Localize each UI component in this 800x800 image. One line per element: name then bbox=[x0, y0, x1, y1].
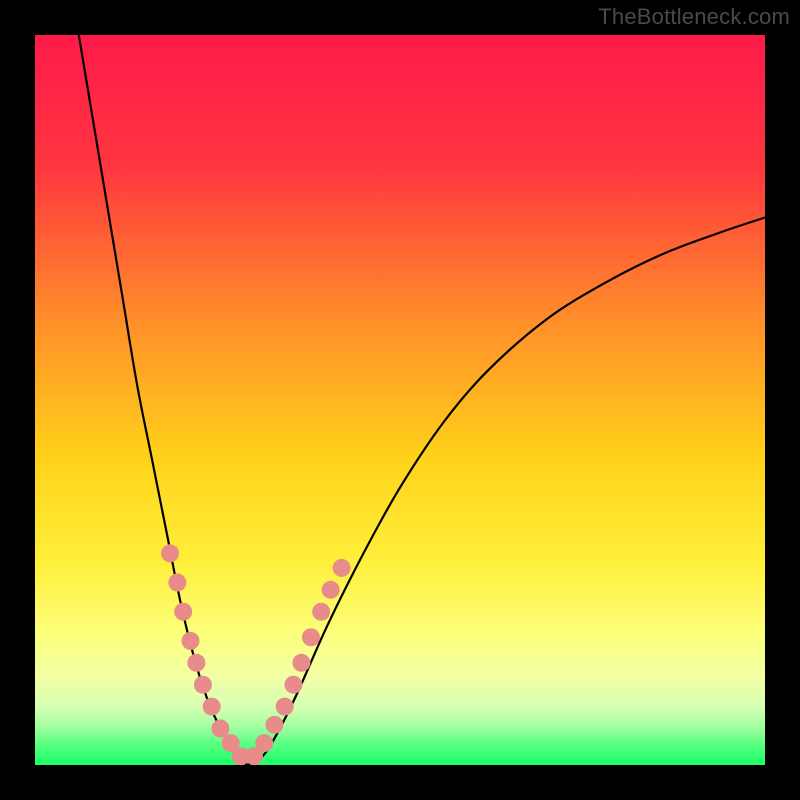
marker-right-3 bbox=[276, 698, 294, 716]
marker-left-5 bbox=[194, 676, 212, 694]
right-curve bbox=[247, 218, 765, 766]
marker-right-7 bbox=[312, 603, 330, 621]
curves-group bbox=[79, 35, 765, 765]
marker-left-0 bbox=[161, 544, 179, 562]
marker-right-8 bbox=[322, 581, 340, 599]
marker-left-4 bbox=[187, 654, 205, 672]
chart-frame: TheBottleneck.com bbox=[0, 0, 800, 800]
chart-svg bbox=[35, 35, 765, 765]
marker-right-9 bbox=[333, 559, 351, 577]
marker-left-2 bbox=[174, 603, 192, 621]
markers-group bbox=[161, 544, 351, 765]
marker-right-1 bbox=[255, 734, 273, 752]
marker-left-1 bbox=[168, 574, 186, 592]
marker-right-4 bbox=[284, 676, 302, 694]
watermark-text: TheBottleneck.com bbox=[598, 4, 790, 30]
marker-right-5 bbox=[292, 654, 310, 672]
left-curve bbox=[79, 35, 247, 765]
marker-left-6 bbox=[203, 698, 221, 716]
plot-area bbox=[35, 35, 765, 765]
marker-right-2 bbox=[265, 716, 283, 734]
marker-left-3 bbox=[181, 632, 199, 650]
marker-right-6 bbox=[302, 628, 320, 646]
marker-left-7 bbox=[211, 720, 229, 738]
